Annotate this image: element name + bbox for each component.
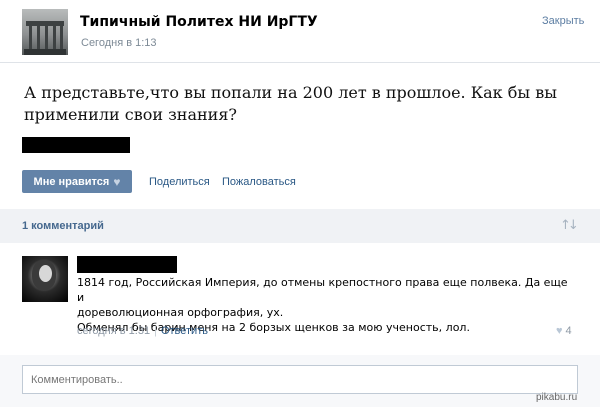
compose-bar	[0, 355, 600, 407]
meta-separator: |	[154, 325, 157, 337]
comment-avatar[interactable]	[22, 256, 68, 302]
redacted-block	[22, 137, 130, 153]
sort-icon[interactable]: ↑↓	[560, 218, 579, 233]
watermark: pikabu.ru	[536, 392, 578, 403]
comment-time[interactable]: сегодня в 1:31	[77, 325, 150, 337]
post-time[interactable]: Сегодня в 1:13	[81, 37, 157, 49]
comments-header: 1 комментарий ↑↓	[0, 209, 600, 243]
avatar-base	[24, 49, 66, 55]
share-link[interactable]: Поделиться	[149, 176, 210, 188]
like-button[interactable]: Мне нравится ♥	[22, 170, 132, 193]
comment-like-count: 4	[565, 325, 572, 337]
comment-line: дореволюционная орфография, ух.	[77, 306, 284, 319]
avatar-face	[39, 265, 52, 282]
close-button[interactable]: Закрыть	[542, 15, 584, 27]
post-header: Типичный Политех НИ ИрГТУ Сегодня в 1:13…	[0, 0, 600, 62]
comment-meta: сегодня в 1:31 | Ответить	[77, 325, 208, 337]
comment-line: 1814 год, Российская Империя, до отмены …	[77, 276, 568, 304]
report-link[interactable]: Пожаловаться	[222, 176, 296, 188]
heart-icon: ♥	[113, 174, 121, 189]
group-name[interactable]: Типичный Политех НИ ИрГТУ	[80, 14, 318, 30]
comment-input[interactable]	[22, 365, 578, 394]
comments-count[interactable]: 1 комментарий	[22, 220, 104, 232]
header-divider	[0, 62, 600, 63]
group-avatar[interactable]	[22, 9, 68, 55]
like-label: Мне нравится	[33, 175, 110, 188]
post-text: А представьте,что вы попали на 200 лет в…	[24, 83, 557, 124]
heart-icon: ♥	[556, 325, 563, 337]
comment-like-button[interactable]: ♥ 4	[556, 325, 572, 337]
reply-link[interactable]: Ответить	[161, 325, 208, 337]
redacted-author	[77, 256, 177, 273]
